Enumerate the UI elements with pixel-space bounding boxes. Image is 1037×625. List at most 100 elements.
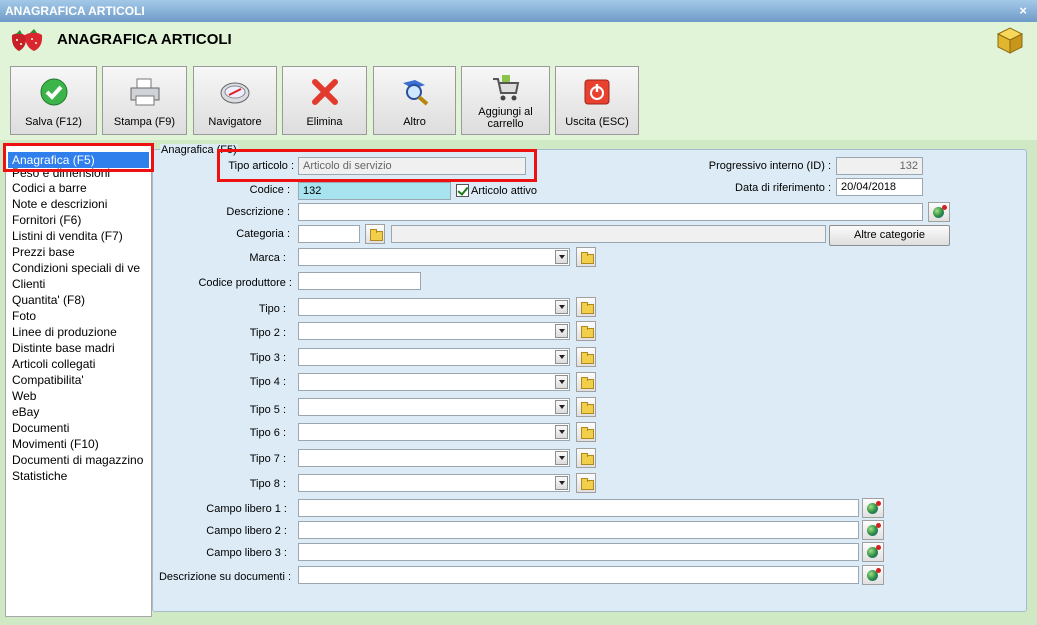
folder-icon[interactable]	[576, 372, 596, 392]
more-button[interactable]: Altro	[373, 66, 456, 135]
package-icon	[996, 27, 1024, 54]
chevron-down-icon[interactable]	[555, 400, 568, 414]
globe-icon[interactable]	[862, 565, 884, 585]
section-item[interactable]: Clienti	[6, 276, 151, 292]
section-item[interactable]: Linee di produzione	[6, 324, 151, 340]
exit-button[interactable]: Uscita (ESC)	[555, 66, 639, 135]
page-title: ANAGRAFICA ARTICOLI	[57, 31, 232, 48]
folder-icon[interactable]	[365, 224, 385, 244]
toolbar: Salva (F12) Stampa (F9) Navigatore Elimi…	[0, 60, 1037, 140]
save-button[interactable]: Salva (F12)	[10, 66, 97, 135]
tipo3-select[interactable]	[298, 348, 570, 366]
tipo7-label: Tipo 7 :	[249, 453, 286, 465]
section-item[interactable]: Fornitori (F6)	[6, 212, 151, 228]
section-item[interactable]: Movimenti (F10)	[6, 436, 151, 452]
add-to-cart-button[interactable]: Aggiungi al carrello	[461, 66, 550, 135]
chevron-down-icon[interactable]	[555, 300, 568, 314]
section-item[interactable]: Distinte base madri	[6, 340, 151, 356]
folder-icon[interactable]	[576, 321, 596, 341]
folder-icon[interactable]	[576, 448, 596, 468]
section-item[interactable]: Statistiche	[6, 468, 151, 484]
app-header: ANAGRAFICA ARTICOLI	[0, 22, 1037, 61]
campo-libero-2-label: Campo libero 2 :	[206, 525, 287, 537]
delete-button[interactable]: Elimina	[282, 66, 367, 135]
folder-icon[interactable]	[576, 247, 596, 267]
window-titlebar: ANAGRAFICA ARTICOLI ×	[0, 0, 1037, 22]
close-icon[interactable]: ×	[1019, 3, 1027, 18]
section-item[interactable]: Documenti di magazzino	[6, 452, 151, 468]
tipo4-select[interactable]	[298, 373, 570, 391]
tipo-select[interactable]	[298, 298, 570, 316]
data-riferimento-field[interactable]: 20/04/2018	[836, 178, 923, 196]
section-item[interactable]: Web	[6, 388, 151, 404]
folder-icon[interactable]	[576, 473, 596, 493]
globe-icon[interactable]	[862, 520, 884, 540]
chevron-down-icon[interactable]	[555, 425, 568, 439]
tipo2-select[interactable]	[298, 322, 570, 340]
tipo6-select[interactable]	[298, 423, 570, 441]
folder-icon[interactable]	[576, 297, 596, 317]
section-item[interactable]: eBay	[6, 404, 151, 420]
globe-icon[interactable]	[862, 498, 884, 518]
chevron-down-icon[interactable]	[555, 451, 568, 465]
altre-categorie-button[interactable]: Altre categorie	[829, 225, 950, 246]
tipo7-select[interactable]	[298, 449, 570, 467]
tipo3-label: Tipo 3 :	[249, 352, 286, 364]
tipo8-select[interactable]	[298, 474, 570, 492]
descrizione-label: Descrizione :	[226, 206, 290, 218]
tipo8-label: Tipo 8 :	[249, 478, 286, 490]
campo-libero-3-field[interactable]	[298, 543, 859, 561]
section-item[interactable]: Listini di vendita (F7)	[6, 228, 151, 244]
descrizione-documenti-label: Descrizione su documenti :	[158, 571, 291, 583]
power-icon	[584, 79, 610, 105]
codice-produttore-field[interactable]	[298, 272, 421, 290]
folder-icon[interactable]	[576, 397, 596, 417]
highlight-box-sidebar	[3, 143, 154, 172]
section-item[interactable]: Condizioni speciali di ve	[6, 260, 151, 276]
section-item[interactable]: Documenti	[6, 420, 151, 436]
section-list: Anagrafica (F5) Peso e dimensioni Codici…	[5, 145, 152, 617]
campo-libero-1-field[interactable]	[298, 499, 859, 517]
tipo-label: Tipo :	[258, 303, 286, 315]
navigator-button[interactable]: Navigatore	[193, 66, 277, 135]
categoria-code-field[interactable]	[298, 225, 360, 243]
compass-icon	[220, 82, 250, 104]
tipo2-label: Tipo 2 :	[249, 327, 286, 339]
chevron-down-icon[interactable]	[555, 476, 568, 490]
delete-x-icon	[311, 79, 338, 105]
campo-libero-2-field[interactable]	[298, 521, 859, 539]
campo-libero-3-label: Campo libero 3 :	[206, 547, 287, 559]
chevron-down-icon[interactable]	[555, 324, 568, 338]
chevron-down-icon[interactable]	[555, 375, 568, 389]
section-item[interactable]: Prezzi base	[6, 244, 151, 260]
progressivo-field[interactable]: 132	[836, 157, 923, 175]
folder-icon[interactable]	[576, 347, 596, 367]
print-button[interactable]: Stampa (F9)	[102, 66, 187, 135]
chevron-down-icon[interactable]	[555, 350, 568, 364]
tipo5-select[interactable]	[298, 398, 570, 416]
descrizione-field[interactable]	[298, 203, 923, 221]
descrizione-documenti-field[interactable]	[298, 566, 859, 584]
marca-label: Marca :	[249, 252, 286, 264]
tipo4-label: Tipo 4 :	[249, 376, 286, 388]
folder-icon[interactable]	[576, 422, 596, 442]
categoria-label: Categoria :	[236, 228, 290, 240]
campo-libero-1-label: Campo libero 1 :	[206, 503, 287, 515]
section-item[interactable]: Codici a barre	[6, 180, 151, 196]
articolo-attivo-checkbox[interactable]	[456, 184, 469, 197]
section-item[interactable]: Quantita' (F8)	[6, 292, 151, 308]
section-item[interactable]: Note e descrizioni	[6, 196, 151, 212]
globe-icon[interactable]	[862, 542, 884, 562]
globe-icon[interactable]	[928, 202, 950, 222]
section-item[interactable]: Foto	[6, 308, 151, 324]
printer-icon	[130, 78, 159, 106]
section-item[interactable]: Articoli collegati	[6, 356, 151, 372]
articolo-attivo-label: Articolo attivo	[471, 185, 538, 197]
tipo6-label: Tipo 6 :	[249, 427, 286, 439]
section-item[interactable]: Compatibilita'	[6, 372, 151, 388]
check-icon	[40, 78, 67, 106]
codice-field[interactable]: 132	[298, 182, 451, 200]
marca-select[interactable]	[298, 248, 570, 266]
cart-icon	[492, 75, 519, 101]
chevron-down-icon[interactable]	[555, 250, 568, 264]
